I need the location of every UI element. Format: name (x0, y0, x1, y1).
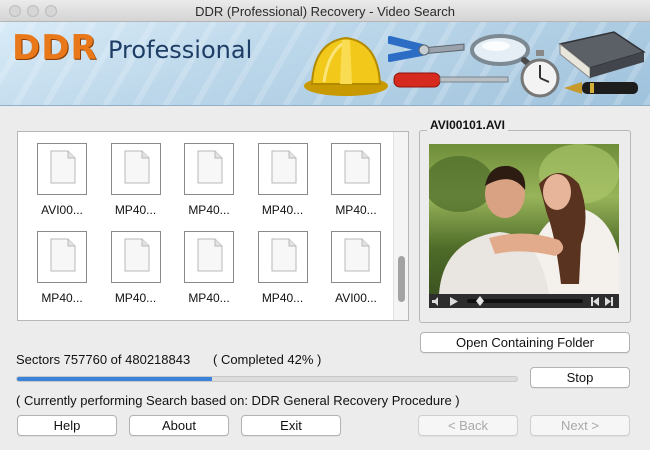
procedure-status-text: ( Currently performing Search based on: … (16, 393, 460, 408)
file-thumbnail[interactable] (331, 231, 381, 283)
stop-button[interactable]: Stop (530, 367, 630, 388)
blank-document-icon (344, 150, 370, 184)
file-thumbnail[interactable] (110, 143, 161, 195)
file-item[interactable]: MP40... (18, 231, 88, 311)
preview-file-label: AVI00101.AVI (427, 118, 508, 132)
couple-photo-image (429, 144, 619, 294)
book-icon (558, 31, 646, 80)
help-button[interactable]: Help (17, 415, 117, 436)
file-name-label: AVI00... (335, 291, 377, 305)
video-controls-bar (429, 294, 619, 308)
fast-forward-icon[interactable] (605, 297, 615, 306)
file-thumbnail[interactable] (184, 231, 234, 283)
file-item[interactable]: MP40... (165, 143, 235, 223)
file-thumbnail[interactable] (331, 143, 381, 195)
blank-document-icon (271, 150, 296, 184)
file-thumbnail[interactable] (257, 231, 308, 283)
video-seek-bar[interactable] (467, 299, 583, 303)
open-containing-folder-button[interactable]: Open Containing Folder (420, 332, 630, 353)
back-button[interactable]: < Back (418, 415, 518, 436)
file-thumbnail[interactable] (184, 143, 234, 195)
file-item[interactable]: AVI00... (312, 231, 382, 311)
about-button[interactable]: About (129, 415, 229, 436)
blank-document-icon (197, 150, 223, 184)
file-item[interactable]: MP40... (239, 143, 309, 223)
search-progress-fill (17, 377, 212, 381)
seek-thumb-icon[interactable] (476, 296, 484, 306)
file-thumbnail[interactable] (110, 231, 161, 283)
file-item[interactable]: MP40... (165, 231, 235, 311)
blank-document-icon (197, 238, 223, 272)
hard-hat-icon (304, 36, 388, 96)
blank-document-icon (124, 150, 149, 184)
search-progress-bar (16, 376, 518, 382)
file-item[interactable]: MP40... (312, 143, 382, 223)
file-item[interactable]: AVI00... (18, 143, 88, 223)
blank-document-icon (50, 238, 76, 272)
title-bar: DDR (Professional) Recovery - Video Sear… (0, 0, 650, 22)
video-preview-frame (429, 144, 619, 294)
rewind-icon[interactable] (589, 297, 599, 306)
blank-document-icon (344, 238, 370, 272)
completed-percent-text: ( Completed 42% ) (213, 352, 322, 367)
file-item[interactable]: MP40... (239, 231, 309, 311)
file-thumbnail[interactable] (257, 143, 308, 195)
file-name-label: MP40... (335, 203, 377, 217)
brand-ddr: DDR (12, 28, 98, 68)
brand-professional: Professional (108, 36, 253, 64)
file-item[interactable]: MP40... (92, 143, 162, 223)
file-thumbnail[interactable] (37, 231, 87, 283)
play-icon[interactable] (450, 297, 458, 306)
next-button[interactable]: Next > (530, 415, 630, 436)
exit-button[interactable]: Exit (241, 415, 341, 436)
file-item[interactable]: MP40... (92, 231, 162, 311)
fountain-pen-icon (564, 82, 638, 94)
sectors-status-text: Sectors 757760 of 480218843 (16, 352, 191, 367)
blank-document-icon (50, 150, 76, 184)
blank-document-icon (124, 238, 149, 272)
blank-document-icon (271, 238, 296, 272)
file-thumbnail[interactable] (37, 143, 87, 195)
header-banner: DDR Professional (0, 22, 650, 106)
window-title: DDR (Professional) Recovery - Video Sear… (195, 4, 455, 19)
volume-icon[interactable] (432, 297, 442, 306)
pliers-icon (388, 36, 465, 62)
